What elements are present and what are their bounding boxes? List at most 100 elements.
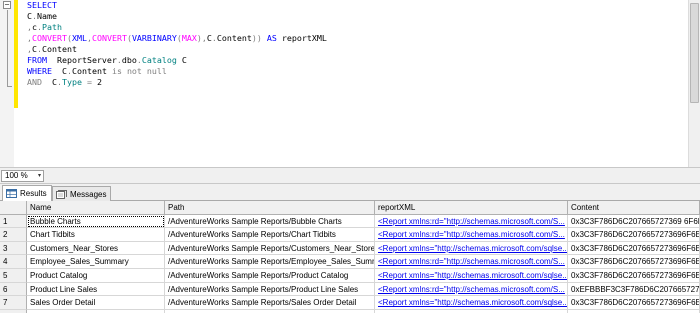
code-line[interactable]: WHERE C.Content is not null bbox=[27, 66, 327, 77]
zoom-select[interactable]: 100 % ▾ bbox=[1, 170, 44, 182]
code-line[interactable]: FROM ReportServer.dbo.Catalog C bbox=[27, 55, 327, 66]
cell-content[interactable]: 0x3C3F786D6C2076657273696F6E bbox=[568, 228, 700, 242]
tab-results[interactable]: Results bbox=[2, 185, 52, 201]
column-header[interactable]: Name bbox=[27, 201, 165, 215]
code-token: dbo bbox=[121, 55, 137, 65]
row-number[interactable]: 6 bbox=[0, 282, 27, 297]
code-line[interactable]: AND C.Type = 2 bbox=[27, 77, 327, 88]
grid-header-row: Name Path reportXML Content bbox=[0, 201, 700, 215]
code-token: FROM bbox=[27, 55, 47, 65]
code-token: VARBINARY bbox=[131, 33, 177, 43]
tab-messages[interactable]: Messages bbox=[52, 186, 112, 201]
sql-code[interactable]: SELECT C.Name ,c.Path ,CONVERT(XML,CONVERT(… bbox=[27, 0, 327, 88]
cell-path[interactable]: /AdventureWorks Sample Reports/Product L… bbox=[165, 282, 375, 297]
code-token: Name bbox=[37, 11, 57, 21]
code-token: Path bbox=[42, 22, 62, 32]
cell-path[interactable]: /AdventureWorks Sample Reports/Product C… bbox=[165, 269, 375, 283]
code-token: C bbox=[176, 55, 187, 65]
row-number[interactable]: 5 bbox=[0, 269, 27, 283]
editor-vertical-scrollbar[interactable] bbox=[688, 0, 700, 167]
cell-content[interactable]: 0x3C3F786D6C207665727369 6F6E bbox=[568, 214, 700, 229]
cell-content[interactable]: 0x3C3F786D6C2076657273696F6E bbox=[568, 241, 700, 256]
row-number[interactable]: 4 bbox=[0, 255, 27, 269]
cell-report-xml[interactable]: <Report xmlns="http://schemas.microsoft.… bbox=[375, 269, 568, 283]
cell-name[interactable]: Chart Tidbits bbox=[27, 228, 165, 242]
cell-name[interactable]: Sales Order Detail bbox=[27, 296, 165, 310]
code-token: Type bbox=[62, 77, 82, 87]
column-header[interactable]: Content bbox=[568, 201, 700, 215]
row-number[interactable]: 2 bbox=[0, 228, 27, 242]
code-line[interactable]: ,C.Content bbox=[27, 44, 327, 55]
code-token: reportXML bbox=[281, 33, 327, 43]
code-token: WHERE bbox=[27, 66, 52, 76]
cell-path[interactable]: /AdventureWorks Sample Reports/Employee_… bbox=[165, 255, 375, 269]
zoom-value: 100 % bbox=[5, 171, 28, 180]
corner-header[interactable] bbox=[0, 201, 27, 215]
code-token: Content bbox=[42, 44, 77, 54]
code-token: AS bbox=[261, 33, 282, 43]
code-token: XML bbox=[71, 33, 87, 43]
cell-path[interactable]: /AdventureWorks Sample Reports/Bubble Ch… bbox=[165, 214, 375, 229]
cell-report-xml[interactable]: <Report xmlns="http://schemas.microsoft.… bbox=[375, 241, 568, 256]
table-row[interactable]: 5 Product Catalog/AdventureWorks Sample R… bbox=[0, 269, 700, 283]
table-row[interactable]: 6 Product Line Sales/AdventureWorks Sampl… bbox=[0, 282, 700, 297]
table-row[interactable]: 3 Customers_Near_Stores/AdventureWorks Sa… bbox=[0, 241, 700, 256]
row-number[interactable]: 3 bbox=[0, 241, 27, 256]
chevron-down-icon[interactable]: ▾ bbox=[38, 171, 41, 181]
collapse-outline-icon[interactable]: − bbox=[3, 1, 11, 9]
xml-link[interactable]: <Report xmlns:rd="http://schemas.microso… bbox=[378, 230, 565, 239]
cell-path[interactable]: /AdventureWorks Sample Reports/Chart Tid… bbox=[165, 228, 375, 242]
editor-horizontal-scrollbar[interactable] bbox=[48, 171, 688, 181]
code-token: MAX bbox=[181, 33, 197, 43]
code-token: CONVERT bbox=[32, 33, 67, 43]
outline-line bbox=[7, 10, 8, 86]
column-header[interactable]: Path bbox=[165, 201, 375, 215]
cell-name[interactable]: Employee_Sales_Summary bbox=[27, 255, 165, 269]
code-line[interactable]: C.Name bbox=[27, 11, 327, 22]
code-token: Content bbox=[71, 66, 112, 76]
grid-icon bbox=[6, 189, 17, 198]
cell-name[interactable]: Bubble Charts bbox=[27, 214, 165, 229]
query-editor[interactable]: − SELECT C.Name ,c.Path ,CONVERT(XML,CONVER… bbox=[0, 0, 700, 167]
code-line[interactable]: SELECT bbox=[27, 0, 327, 11]
cell-path[interactable]: /AdventureWorks Sample Reports/Sales Ord… bbox=[165, 296, 375, 310]
code-line[interactable]: ,c.Path bbox=[27, 22, 327, 33]
xml-link[interactable]: <Report xmlns="http://schemas.microsoft.… bbox=[378, 298, 567, 307]
cell-report-xml[interactable]: <Report xmlns:rd="http://schemas.microso… bbox=[375, 282, 568, 297]
collapse-glyph: − bbox=[4, 0, 10, 9]
code-token: CONVERT bbox=[91, 33, 127, 43]
code-token: is not null bbox=[111, 66, 167, 76]
code-line[interactable]: ,CONVERT(XML,CONVERT(VARBINARY(MAX),C.Co… bbox=[27, 33, 327, 44]
cell-content[interactable]: 0x3C3F786D6C2076657273696F6E bbox=[568, 255, 700, 269]
row-number[interactable]: 1 bbox=[0, 214, 27, 229]
scrollbar-thumb[interactable] bbox=[690, 3, 699, 103]
code-token: Catalog bbox=[141, 55, 177, 65]
xml-link[interactable]: <Report xmlns:rd="http://schemas.microso… bbox=[378, 217, 565, 226]
cell-report-xml[interactable]: <Report xmlns:rd="http://schemas.microso… bbox=[375, 255, 568, 269]
results-grid[interactable]: Name Path reportXML Content 1 Bubble Charts/A… bbox=[0, 201, 700, 313]
outline-end bbox=[7, 86, 12, 87]
column-header[interactable]: reportXML bbox=[375, 201, 568, 215]
xml-link[interactable]: <Report xmlns:rd="http://schemas.microso… bbox=[378, 285, 565, 294]
code-token: 2 bbox=[96, 77, 102, 87]
code-token: AND bbox=[27, 77, 42, 87]
results-tabstrip: Results Messages bbox=[0, 184, 700, 201]
cell-name[interactable]: Product Line Sales bbox=[27, 282, 165, 297]
cell-name[interactable]: Customers_Near_Stores bbox=[27, 241, 165, 256]
table-row[interactable]: 1 Bubble Charts/AdventureWorks Sample Rep… bbox=[0, 214, 700, 229]
cell-content[interactable]: 0x3C3F786D6C2076657273696F6E bbox=[568, 296, 700, 310]
cell-report-xml[interactable]: <Report xmlns="http://schemas.microsoft.… bbox=[375, 296, 568, 310]
cell-report-xml[interactable]: <Report xmlns:rd="http://schemas.microso… bbox=[375, 214, 568, 229]
cell-content[interactable]: 0xEFBBBF3C3F786D6C207665727 bbox=[568, 282, 700, 297]
row-number[interactable]: 7 bbox=[0, 296, 27, 310]
cell-path[interactable]: /AdventureWorks Sample Reports/Customers… bbox=[165, 241, 375, 256]
table-row[interactable]: 7 Sales Order Detail/AdventureWorks Sampl… bbox=[0, 296, 700, 310]
cell-report-xml[interactable]: <Report xmlns:rd="http://schemas.microso… bbox=[375, 228, 568, 242]
cell-content[interactable]: 0x3C3F786D6C2076657273696F6E bbox=[568, 269, 700, 283]
xml-link[interactable]: <Report xmlns="http://schemas.microsoft.… bbox=[378, 244, 567, 253]
xml-link[interactable]: <Report xmlns:rd="http://schemas.microso… bbox=[378, 257, 565, 266]
cell-name[interactable]: Product Catalog bbox=[27, 269, 165, 283]
xml-link[interactable]: <Report xmlns="http://schemas.microsoft.… bbox=[378, 271, 567, 280]
table-row[interactable]: 2 Chart Tidbits/AdventureWorks Sample Rep… bbox=[0, 228, 700, 242]
table-row[interactable]: 4 Employee_Sales_Summary/AdventureWorks S… bbox=[0, 255, 700, 269]
